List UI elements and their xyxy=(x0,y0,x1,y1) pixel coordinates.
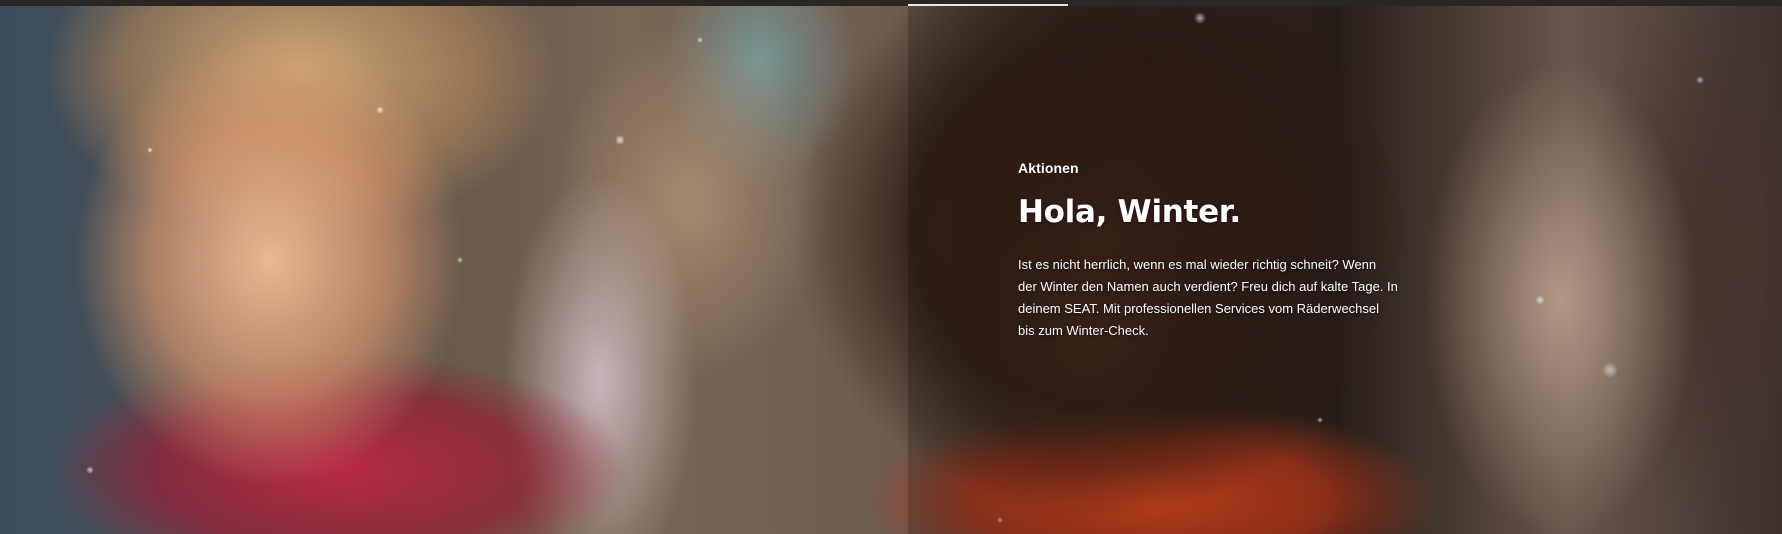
hero-content: Aktionen Hola, Winter. Ist es nicht herr… xyxy=(1018,160,1398,342)
hero-headline: Hola, Winter. xyxy=(1018,194,1241,230)
hero-banner: Aktionen Hola, Winter. Ist es nicht herr… xyxy=(0,0,1782,534)
slide-progress-fill xyxy=(908,4,1069,6)
slide-progress[interactable] xyxy=(0,0,1782,6)
hero-eyebrow: Aktionen xyxy=(1018,160,1079,176)
hero-body-text: Ist es nicht herrlich, wenn es mal wiede… xyxy=(1018,257,1398,338)
